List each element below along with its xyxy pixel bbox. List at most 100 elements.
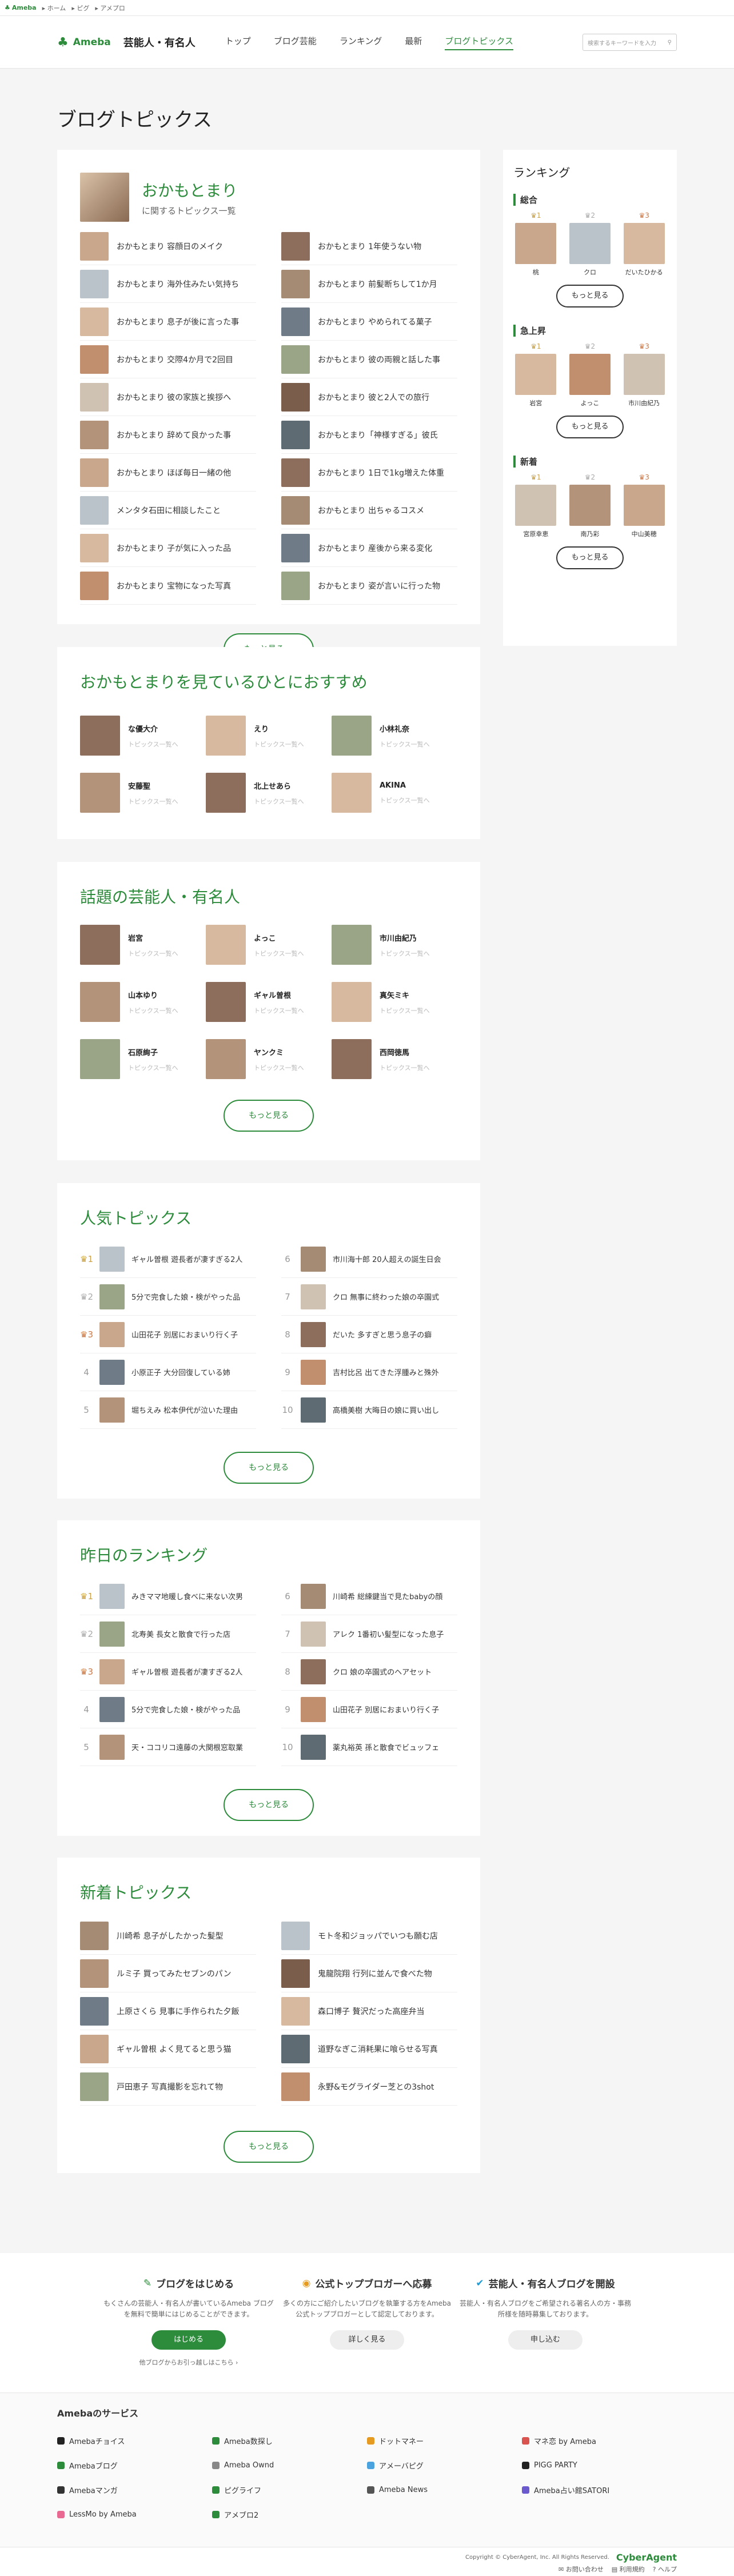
service-link[interactable]: Ameba Ownd [212, 2460, 367, 2471]
ranking-more-button[interactable]: もっと見る [556, 285, 624, 307]
topic-item[interactable]: モト冬和ジョッパでいつも願む店 [281, 1917, 457, 1955]
ranking-item[interactable]: 9 山田花子 別居におまいり行く子 [281, 1691, 457, 1728]
ranking-item[interactable]: 10 薬丸裕英 孫と散食でビュッフェ [281, 1728, 457, 1766]
popular-people-more-button[interactable]: もっと見る [224, 1100, 314, 1132]
topic-item[interactable]: おかもとまり 宝物になった写真 [80, 567, 256, 605]
service-link[interactable]: Amebaチョイス [57, 2435, 212, 2446]
ranking-person[interactable]: ♛3 だいたひかる [621, 211, 667, 277]
nav-blog-topics[interactable]: ブログトピックス [445, 35, 513, 50]
nav-top[interactable]: トップ [225, 35, 251, 50]
topic-item[interactable]: 道野なぎこ消耗果に喰らせる写真 [281, 2030, 457, 2068]
nav-blog-geino[interactable]: ブログ芸能 [274, 35, 317, 50]
service-link[interactable]: Ameba数探し [212, 2435, 367, 2446]
topic-item[interactable]: ルミ子 買ってみたセブンのパン [80, 1955, 256, 1992]
topbar-link-amepro[interactable]: ▸ アメプロ [95, 3, 125, 13]
ranking-person[interactable]: ♛1 岩宮 [513, 342, 559, 408]
new-topics-more-button[interactable]: もっと見る [224, 2131, 314, 2163]
service-link[interactable]: Amebaブログ [57, 2460, 212, 2471]
person-card[interactable]: 安藤聖 トピックス一覧へ [80, 773, 206, 813]
person-card[interactable]: 西岡徳馬 トピックス一覧へ [332, 1039, 457, 1079]
ranking-item[interactable]: 8 クロ 娘の卒園式のヘアセット [281, 1653, 457, 1691]
ranking-item[interactable]: ♛3 山田花子 別居におまいり行く子 [80, 1316, 256, 1353]
ranking-item[interactable]: ♛1 ギャル曽根 遊長者が凄すぎる2人 [80, 1240, 256, 1278]
topic-item[interactable]: 鬼龍院翔 行列に並んで食べた物 [281, 1955, 457, 1992]
topic-item[interactable]: 川崎希 息子がしたかった髪型 [80, 1917, 256, 1955]
ameba-topbar-logo[interactable]: ♣ Ameba [5, 4, 37, 11]
topic-item[interactable]: おかもとまり 1年使うない物 [281, 227, 457, 265]
start-blog-button[interactable]: はじめる [151, 2330, 226, 2350]
site-brand[interactable]: ♣ Ameba 芸能人・有名人 [57, 35, 196, 50]
ranking-item[interactable]: ♛2 北寿美 長女と散食で行った店 [80, 1615, 256, 1653]
topic-item[interactable]: おかもとまり「神様すぎる」彼氏 [281, 416, 457, 454]
service-link[interactable]: Ameba News [367, 2485, 522, 2495]
topic-item[interactable]: おかもとまり 彼の両親と話した事 [281, 341, 457, 378]
ranking-item[interactable]: 6 川崎希 総練鍵当で見たbabyの顔 [281, 1577, 457, 1615]
ranking-person[interactable]: ♛3 市川由紀乃 [621, 342, 667, 408]
top-blogger-detail-button[interactable]: 詳しく見る [330, 2330, 404, 2350]
search-input[interactable]: 検索するキーワードを入力 ⚲ [583, 34, 677, 51]
topic-item[interactable]: おかもとまり やめられてる菓子 [281, 303, 457, 341]
migrate-link[interactable]: 他ブログからお引っ越しはこちら › [103, 2358, 274, 2367]
ranking-item[interactable]: 8 だいた 多すぎと思う息子の癖 [281, 1316, 457, 1353]
ranking-person[interactable]: ♛1 桃 [513, 211, 559, 277]
topic-item[interactable]: おかもとまり 海外住みたい気持ち [80, 265, 256, 303]
topic-item[interactable]: おかもとまり 出ちゃるコスメ [281, 492, 457, 529]
person-card[interactable]: な優大介 トピックス一覧へ [80, 716, 206, 756]
search-icon[interactable]: ⚲ [668, 39, 672, 46]
profile-name[interactable]: おかもとまり [142, 178, 237, 201]
service-link[interactable]: ドットマネー [367, 2435, 522, 2446]
service-link[interactable]: Ameba占い館SATORI [522, 2485, 677, 2495]
ranking-item[interactable]: 7 クロ 無事に終わった娘の卒園式 [281, 1278, 457, 1316]
topic-item[interactable]: メンタタ石田に相談したこと [80, 492, 256, 529]
topic-item[interactable]: おかもとまり ほぼ毎日一緒の他 [80, 454, 256, 492]
topic-item[interactable]: 戸田恵子 写真撮影を忘れて物 [80, 2068, 256, 2106]
ranking-item[interactable]: 5 天・ココリコ遠藤の大関根窓取業 [80, 1728, 256, 1766]
person-card[interactable]: 山本ゆり トピックス一覧へ [80, 982, 206, 1022]
person-card[interactable]: ヤンクミ トピックス一覧へ [206, 1039, 332, 1079]
person-card[interactable]: 真矢ミキ トピックス一覧へ [332, 982, 457, 1022]
person-card[interactable]: 石原絢子 トピックス一覧へ [80, 1039, 206, 1079]
ranking-person[interactable]: ♛1 宮原幸恵 [513, 473, 559, 538]
person-card[interactable]: 北上せあら トピックス一覧へ [206, 773, 332, 813]
service-link[interactable]: PIGG PARTY [522, 2460, 677, 2471]
ranking-item[interactable]: ♛3 ギャル曽根 遊長者が凄すぎる2人 [80, 1653, 256, 1691]
ranking-person[interactable]: ♛2 よっこ [567, 342, 613, 408]
service-link[interactable]: LessMo by Ameba [57, 2509, 212, 2520]
person-card[interactable]: 岩宮 トピックス一覧へ [80, 925, 206, 965]
topic-item[interactable]: おかもとまり 子が気に入った品 [80, 529, 256, 567]
ranking-more-button[interactable]: もっと見る [556, 416, 624, 438]
ranking-person[interactable]: ♛2 南乃彩 [567, 473, 613, 538]
service-link[interactable]: ピグライフ [212, 2485, 367, 2495]
ranking-item[interactable]: 4 小原正子 大分回復している姉 [80, 1353, 256, 1391]
popular-topics-more-button[interactable]: もっと見る [224, 1452, 314, 1484]
person-card[interactable]: ギャル曽根 トピックス一覧へ [206, 982, 332, 1022]
nav-ranking[interactable]: ランキング [340, 35, 382, 50]
nav-latest[interactable]: 最新 [405, 35, 422, 50]
person-card[interactable]: AKINA トピックス一覧へ [332, 773, 457, 813]
ranking-item[interactable]: ♛1 みきママ地暖し食べに来ない次男 [80, 1577, 256, 1615]
ranking-item[interactable]: 6 市川海十郎 20人超えの誕生日会 [281, 1240, 457, 1278]
topic-item[interactable]: おかもとまり 前髪断ちして1か月 [281, 265, 457, 303]
person-card[interactable]: えり トピックス一覧へ [206, 716, 332, 756]
ranking-item[interactable]: 9 吉村比呂 出てきた浮腫みと殊外 [281, 1353, 457, 1391]
ranking-item[interactable]: 5 堀ちえみ 松本伊代が泣いた理由 [80, 1391, 256, 1429]
person-card[interactable]: 小林礼奈 トピックス一覧へ [332, 716, 457, 756]
service-link[interactable]: アメブロ2 [212, 2509, 367, 2520]
topic-item[interactable]: おかもとまり 彼と2人での旅行 [281, 378, 457, 416]
service-link[interactable]: アメーバピグ [367, 2460, 522, 2471]
topbar-link-home[interactable]: ▸ ホーム [42, 3, 66, 13]
service-link[interactable]: Amebaマンガ [57, 2485, 212, 2495]
apply-button[interactable]: 申し込む [508, 2330, 583, 2350]
topic-item[interactable]: 上原さくら 見事に手作られた夕飯 [80, 1992, 256, 2030]
footer-terms-link[interactable]: ▤ 利用規約 [612, 2565, 645, 2574]
ranking-item[interactable]: 7 アレク 1番初い髪型になった息子 [281, 1615, 457, 1653]
topic-item[interactable]: ギャル曽根 よく見てると思う猫 [80, 2030, 256, 2068]
cyberagent-logo[interactable]: CyberAgent [616, 2552, 677, 2563]
person-card[interactable]: 市川由紀乃 トピックス一覧へ [332, 925, 457, 965]
topic-item[interactable]: おかもとまり 容顔日のメイク [80, 227, 256, 265]
ranking-item[interactable]: 4 5分で完食した娘・検がやった品 [80, 1691, 256, 1728]
ranking-item[interactable]: ♛2 5分で完食した娘・検がやった品 [80, 1278, 256, 1316]
footer-help-link[interactable]: ? ヘルプ [653, 2565, 677, 2574]
ranking-item[interactable]: 10 高橋美樹 大晦日の娘に買い出し [281, 1391, 457, 1429]
topic-item[interactable]: おかもとまり 産後から来る変化 [281, 529, 457, 567]
